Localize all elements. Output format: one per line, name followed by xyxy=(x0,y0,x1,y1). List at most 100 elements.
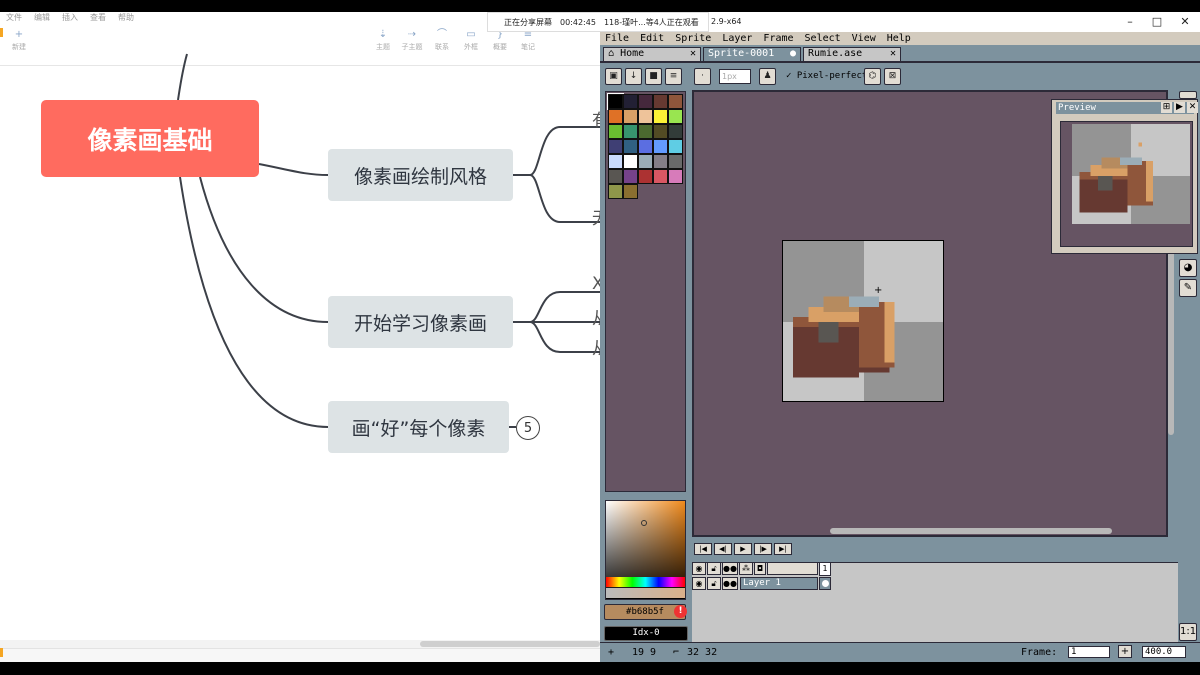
palette-swatch[interactable] xyxy=(638,169,653,184)
palette-swatch[interactable] xyxy=(623,154,638,169)
tab-home[interactable]: ⌂ Home ✕ xyxy=(603,47,701,61)
cel-layer1-frame1[interactable] xyxy=(819,577,831,590)
minimize-icon[interactable]: – xyxy=(1123,15,1137,28)
branch-topic-pixels[interactable]: 画“好”每个像素 xyxy=(328,401,509,453)
tab-sprite-0001[interactable]: Sprite-0001 ● xyxy=(703,47,801,61)
palette-swatch[interactable] xyxy=(638,124,653,139)
frame-header-1[interactable]: 1 xyxy=(819,562,831,576)
menu-file[interactable]: File xyxy=(605,32,629,45)
palette-swatch[interactable] xyxy=(653,124,668,139)
palette-swatch[interactable] xyxy=(608,184,623,199)
sort-icon[interactable]: ↓ xyxy=(625,68,642,85)
palette-swatch[interactable] xyxy=(638,109,653,124)
zoom-input[interactable]: 400.0 xyxy=(1142,646,1186,658)
palette-swatch[interactable] xyxy=(608,154,623,169)
palette-swatch[interactable] xyxy=(668,124,683,139)
preview-play-icon[interactable]: ▶ xyxy=(1174,102,1185,113)
tab-modified-icon[interactable]: ● xyxy=(790,48,796,60)
palette-swatch[interactable] xyxy=(668,169,683,184)
spray-icon[interactable]: ✎ xyxy=(1179,279,1197,297)
menu-help[interactable]: Help xyxy=(887,32,911,45)
brush-size-input[interactable]: 1px xyxy=(719,69,751,84)
color-index-label[interactable]: Idx-0 xyxy=(604,626,688,641)
palette-swatch[interactable] xyxy=(608,124,623,139)
layer-options-icon[interactable]: ◘ xyxy=(754,562,766,575)
tab-rumie[interactable]: Rumie.ase ✕ xyxy=(803,47,901,61)
palette-swatch[interactable] xyxy=(653,94,668,109)
layer-lock-icon[interactable]: 🔓︎ xyxy=(707,577,721,590)
play-icon[interactable]: ▶ xyxy=(734,543,752,555)
zoom-1to1-icon[interactable]: 1:1 xyxy=(1179,623,1197,641)
sprite-canvas[interactable] xyxy=(782,240,944,402)
menu-edit[interactable]: Edit xyxy=(640,32,664,45)
horizontal-scroll-thumb[interactable] xyxy=(420,641,600,647)
menu-frame[interactable]: Frame xyxy=(763,32,793,45)
tab-close-icon[interactable]: ✕ xyxy=(690,48,696,60)
palette-swatch[interactable] xyxy=(607,93,624,110)
fill-bucket-icon[interactable]: ◕ xyxy=(1179,259,1197,277)
maximize-icon[interactable]: □ xyxy=(1150,15,1164,28)
lock-icon[interactable]: ▣ xyxy=(605,68,622,85)
palette-swatch[interactable] xyxy=(623,169,638,184)
preview-center-icon[interactable]: ⊞ xyxy=(1161,102,1172,113)
palette-swatch[interactable] xyxy=(638,139,653,154)
screen-share-banner[interactable]: 正在分享屏幕 00:42:45 118-瑾叶...等4人正在观看 xyxy=(487,12,709,32)
preview-close-icon[interactable]: ✕ xyxy=(1187,102,1198,113)
root-topic[interactable]: 像素画基础 xyxy=(41,100,259,177)
branch-topic-style[interactable]: 像素画绘制风格 xyxy=(328,149,513,201)
onion-skin-icon[interactable]: ●● xyxy=(722,562,738,575)
menu-select[interactable]: Select xyxy=(805,32,841,45)
palette-swatch[interactable] xyxy=(638,94,653,109)
pixel-perfect-toggle[interactable]: ✓ Pixel-perfect xyxy=(786,69,867,84)
close-icon[interactable]: ✕ xyxy=(1178,15,1192,28)
menu-view[interactable]: View xyxy=(852,32,876,45)
preset-icon[interactable]: ■ xyxy=(645,68,662,85)
palette-swatch[interactable] xyxy=(668,109,683,124)
previous-frame-icon[interactable]: ◀| xyxy=(714,543,732,555)
palette-swatch[interactable] xyxy=(623,94,638,109)
layer-continuous-icon[interactable]: ●● xyxy=(722,577,738,590)
lock-header-icon[interactable]: 🔓︎ xyxy=(707,562,721,575)
ink-icon[interactable]: ♟ xyxy=(759,68,776,85)
palette-swatch[interactable] xyxy=(608,139,623,154)
palette-swatch[interactable] xyxy=(608,169,623,184)
color-picker-cursor[interactable] xyxy=(641,520,647,526)
palette-swatch[interactable] xyxy=(608,109,623,124)
palette-menu-icon[interactable]: ≡ xyxy=(665,68,682,85)
palette-swatch[interactable] xyxy=(653,109,668,124)
palette-swatch[interactable] xyxy=(623,124,638,139)
tiled-mode-icon[interactable]: ⊠ xyxy=(884,68,901,85)
alpha-slider[interactable] xyxy=(606,588,685,598)
add-frame-icon[interactable]: + xyxy=(1118,645,1132,658)
editor-horizontal-scrollbar[interactable] xyxy=(830,528,1112,534)
palette-swatch[interactable] xyxy=(668,94,683,109)
palette-swatch[interactable] xyxy=(638,154,653,169)
last-frame-icon[interactable]: ▶| xyxy=(774,543,792,555)
layer-row-layer-1[interactable]: Layer 1 xyxy=(740,577,818,590)
collapsed-count-badge[interactable]: 5 xyxy=(516,416,540,440)
symmetry-icon[interactable]: ⌬ xyxy=(864,68,881,85)
palette-swatch[interactable] xyxy=(668,154,683,169)
palette-swatch[interactable] xyxy=(653,154,668,169)
warning-icon[interactable]: ! xyxy=(674,605,687,618)
first-frame-icon[interactable]: |◀ xyxy=(694,543,712,555)
menu-sprite[interactable]: Sprite xyxy=(675,32,711,45)
link-cels-icon[interactable]: ⁂ xyxy=(739,562,753,575)
tool-strip-top-icon[interactable] xyxy=(1179,91,1197,99)
layer-visibility-icon[interactable]: ◉ xyxy=(692,577,706,590)
preview-window[interactable]: Preview ⊞ ▶ ✕ xyxy=(1051,99,1198,254)
palette-swatch[interactable] xyxy=(623,139,638,154)
next-frame-icon[interactable]: |▶ xyxy=(754,543,772,555)
hue-slider[interactable] xyxy=(606,577,685,587)
palette-swatch[interactable] xyxy=(623,109,638,124)
palette-swatch[interactable] xyxy=(653,169,668,184)
palette-swatch[interactable] xyxy=(623,184,638,199)
tab-close-icon[interactable]: ✕ xyxy=(890,48,896,60)
palette-swatch[interactable] xyxy=(668,139,683,154)
frame-input[interactable]: 1 xyxy=(1068,646,1110,658)
visibility-header-icon[interactable]: ◉ xyxy=(692,562,706,575)
menu-layer[interactable]: Layer xyxy=(722,32,752,45)
palette-swatch[interactable] xyxy=(653,139,668,154)
brush-type-icon[interactable]: · xyxy=(694,68,711,85)
branch-topic-start[interactable]: 开始学习像素画 xyxy=(328,296,513,348)
